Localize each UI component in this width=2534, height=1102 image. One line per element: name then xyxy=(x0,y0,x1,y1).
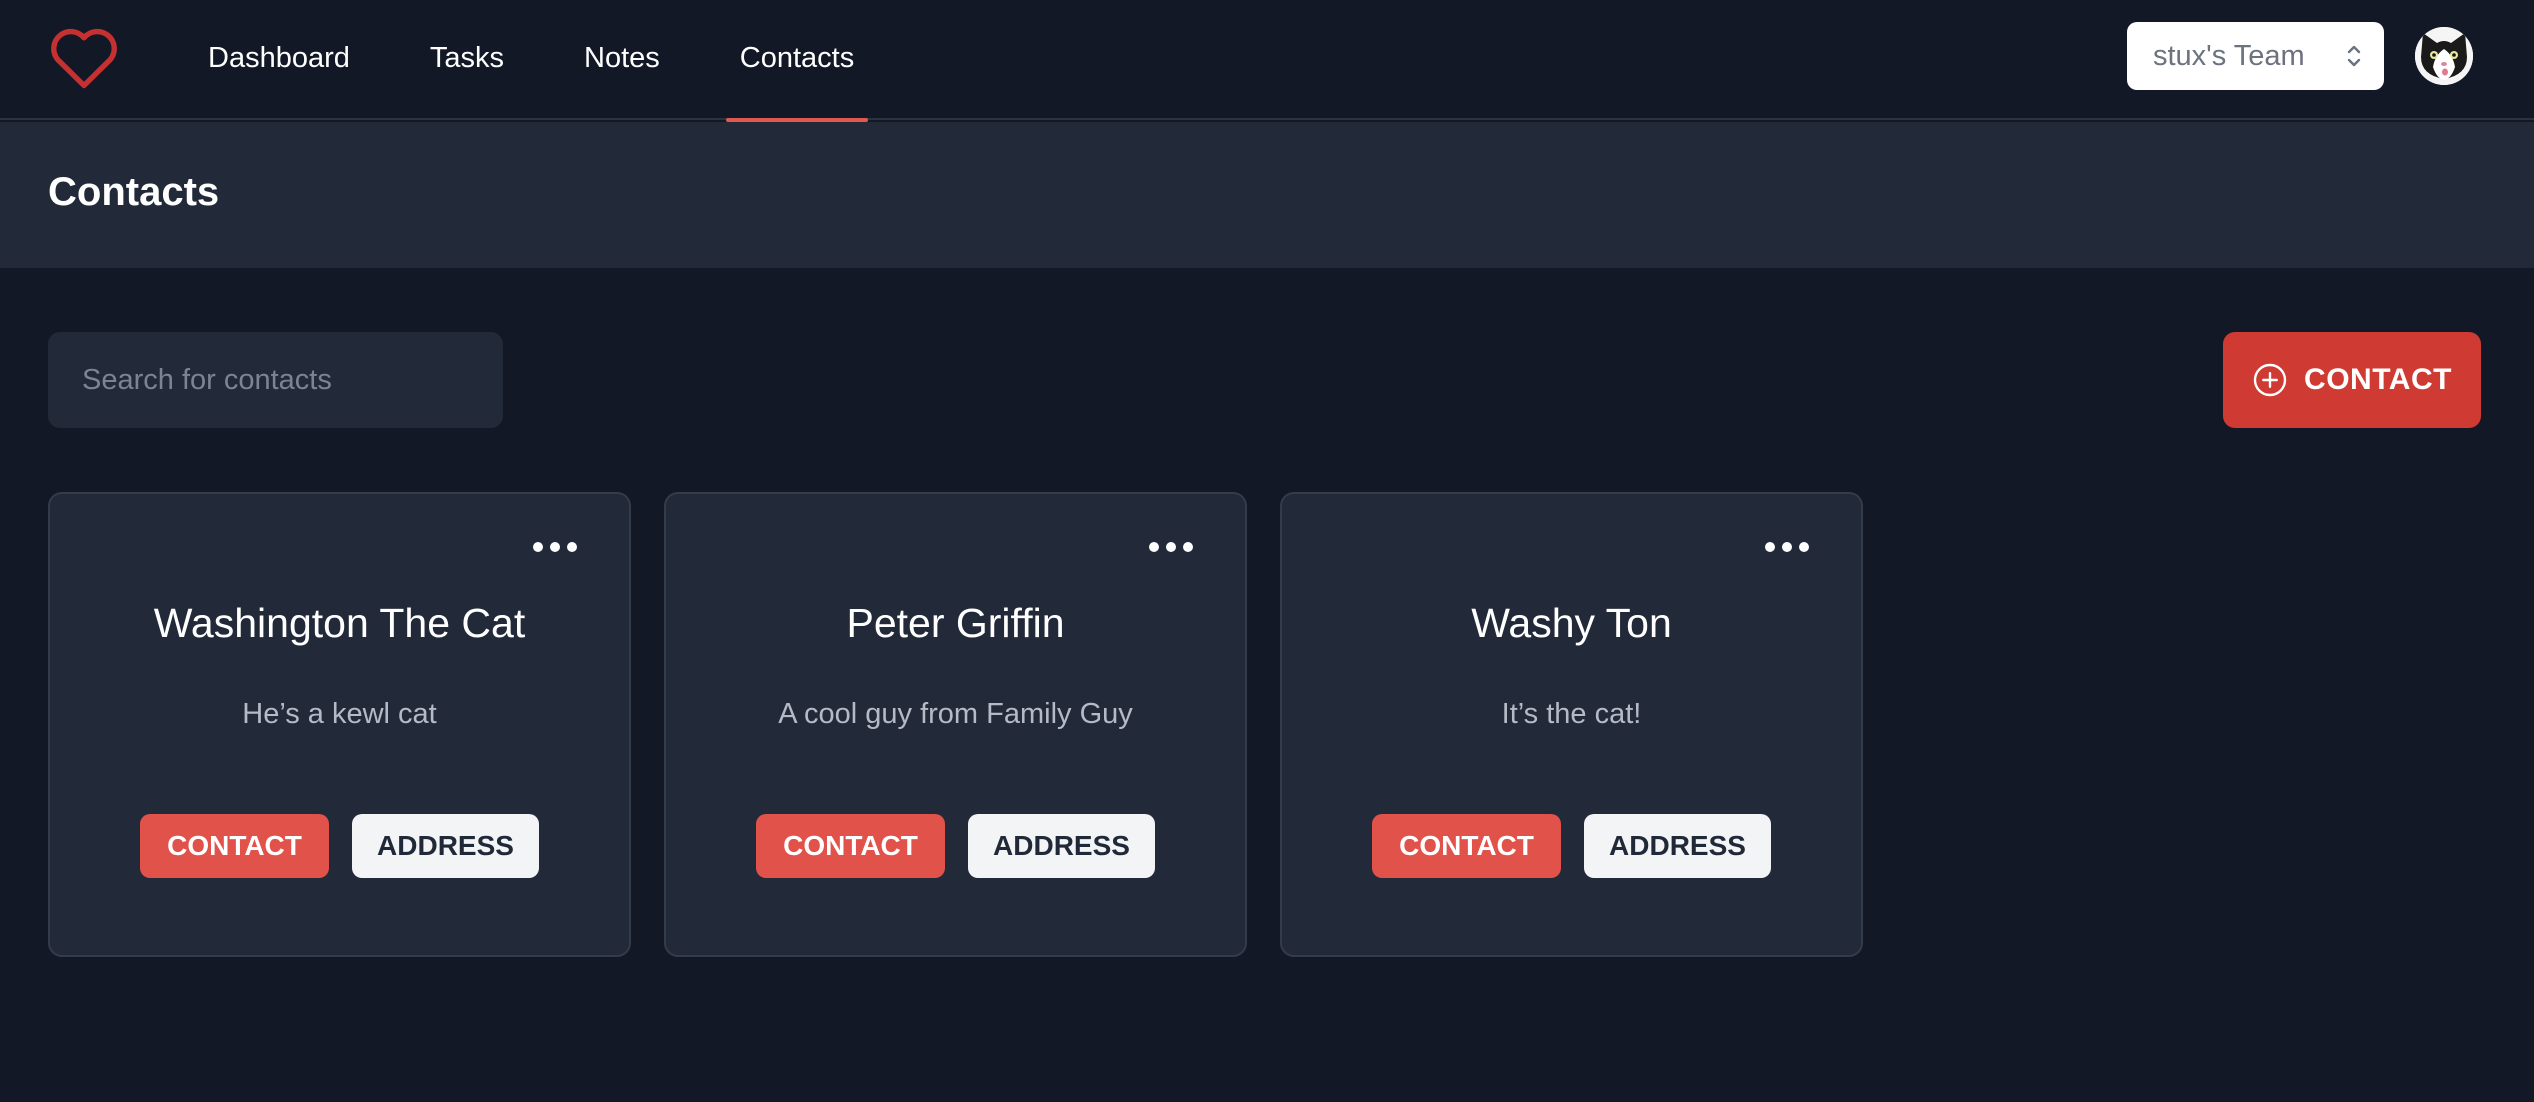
add-contact-button[interactable]: CONTACT xyxy=(2223,332,2481,428)
page-title: Contacts xyxy=(48,170,220,214)
nav-link-tasks[interactable]: Tasks xyxy=(408,0,526,120)
team-select-value: stux's Team xyxy=(2153,39,2305,72)
more-options-icon[interactable] xyxy=(533,540,577,554)
contact-name: Washington The Cat xyxy=(153,600,526,646)
search-input[interactable] xyxy=(48,332,503,428)
contact-description: It’s the cat! xyxy=(1501,698,1642,730)
chevron-up-down-icon xyxy=(2347,45,2361,67)
nav-link-dashboard[interactable]: Dashboard xyxy=(186,0,372,120)
cat-avatar-icon xyxy=(2415,27,2473,85)
contact-button[interactable]: CONTACT xyxy=(756,814,945,878)
nav-links: Dashboard Tasks Notes Contacts xyxy=(186,0,912,122)
contact-name: Washy Ton xyxy=(1471,600,1672,646)
more-options-icon[interactable] xyxy=(1149,540,1193,554)
heart-logo-icon[interactable] xyxy=(48,24,120,90)
contact-button[interactable]: CONTACT xyxy=(1372,814,1561,878)
team-select[interactable]: stux's Team xyxy=(2127,22,2384,90)
contact-card: Peter Griffin A cool guy from Family Guy… xyxy=(664,492,1247,957)
contact-description: A cool guy from Family Guy xyxy=(778,698,1133,730)
add-contact-label: CONTACT xyxy=(2304,363,2452,396)
nav-link-contacts[interactable]: Contacts xyxy=(718,0,876,122)
page-header: Contacts xyxy=(0,122,2534,268)
plus-circle-icon xyxy=(2253,363,2287,397)
address-button[interactable]: ADDRESS xyxy=(1584,814,1771,878)
nav-link-notes[interactable]: Notes xyxy=(562,0,682,120)
contact-card: Washington The Cat He’s a kewl cat CONTA… xyxy=(48,492,631,957)
contact-card: Washy Ton It’s the cat! CONTACT ADDRESS xyxy=(1280,492,1863,957)
top-nav: Dashboard Tasks Notes Contacts stux's Te… xyxy=(0,0,2534,122)
address-button[interactable]: ADDRESS xyxy=(352,814,539,878)
contact-name: Peter Griffin xyxy=(846,600,1065,646)
avatar[interactable] xyxy=(2415,27,2473,85)
more-options-icon[interactable] xyxy=(1765,540,1809,554)
contact-button[interactable]: CONTACT xyxy=(140,814,329,878)
contact-description: He’s a kewl cat xyxy=(242,698,437,730)
address-button[interactable]: ADDRESS xyxy=(968,814,1155,878)
